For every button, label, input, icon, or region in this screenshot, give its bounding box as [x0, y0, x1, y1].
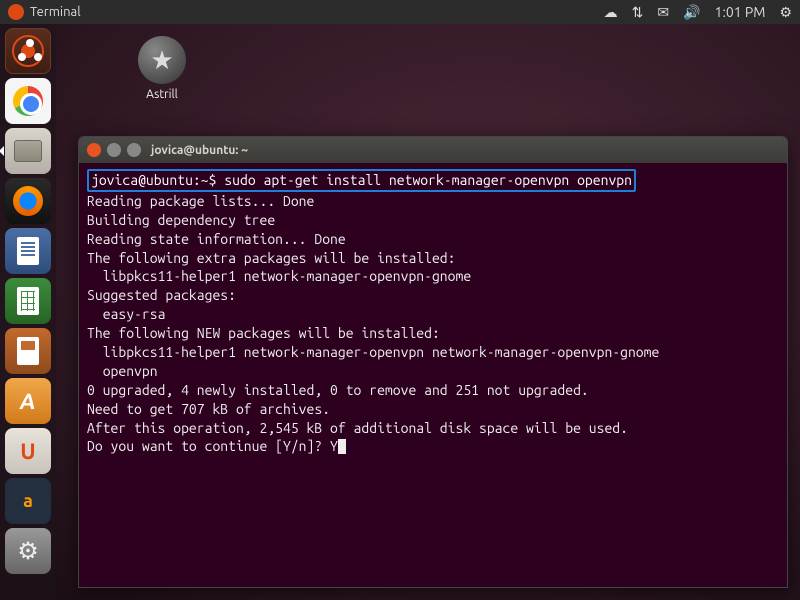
weather-icon[interactable]: ☁: [604, 4, 618, 21]
launcher-libreoffice-writer[interactable]: [5, 228, 51, 274]
terminal-line: After this operation, 2,545 kB of additi…: [87, 420, 628, 436]
launcher-libreoffice-calc[interactable]: [5, 278, 51, 324]
terminal-prompt: jovica@ubuntu:~$: [91, 172, 216, 188]
terminal-line: Reading package lists... Done: [87, 193, 314, 209]
chrome-icon: [13, 86, 43, 116]
terminal-line: Reading state information... Done: [87, 231, 346, 247]
terminal-line: Do you want to continue [Y/n]? Y: [87, 438, 338, 454]
ubuntu-logo-icon: [8, 4, 24, 20]
network-icon[interactable]: ⇅: [632, 4, 644, 21]
desktop-icon-label: Astrill: [130, 88, 194, 101]
files-icon: [14, 140, 42, 162]
unity-launcher: A U a ⚙: [0, 24, 56, 600]
dash-icon: [12, 35, 44, 67]
firefox-icon: [13, 186, 43, 216]
ubuntu-one-icon: U: [20, 439, 35, 464]
gear-icon: ⚙: [17, 537, 39, 565]
dash-button[interactable]: [5, 28, 51, 74]
window-close-button[interactable]: [87, 143, 101, 157]
terminal-titlebar[interactable]: jovica@ubuntu: ~: [79, 137, 787, 163]
mail-icon[interactable]: ✉: [657, 4, 669, 21]
impress-icon: [17, 337, 39, 365]
running-indicator-icon: [0, 146, 4, 156]
launcher-system-settings[interactable]: ⚙: [5, 528, 51, 574]
terminal-line: Suggested packages:: [87, 287, 236, 303]
terminal-cursor: [338, 439, 346, 454]
terminal-line: The following NEW packages will be insta…: [87, 325, 440, 341]
launcher-chrome[interactable]: [5, 78, 51, 124]
launcher-amazon[interactable]: a: [5, 478, 51, 524]
terminal-line: openvpn: [87, 363, 158, 379]
terminal-line: Building dependency tree: [87, 212, 275, 228]
launcher-firefox[interactable]: [5, 178, 51, 224]
terminal-line: 0 upgraded, 4 newly installed, 0 to remo…: [87, 382, 589, 398]
terminal-line: easy-rsa: [87, 306, 165, 322]
writer-icon: [17, 237, 39, 265]
calc-icon: [17, 287, 39, 315]
astrill-icon: ★: [138, 36, 186, 84]
software-center-icon: A: [19, 389, 38, 414]
top-panel: Terminal ☁ ⇅ ✉ 🔊 1:01 PM ⚙: [0, 0, 800, 24]
terminal-command: sudo apt-get install network-manager-ope…: [224, 172, 632, 188]
terminal-line: libpkcs11-helper1 network-manager-openvp…: [87, 344, 659, 360]
desktop-icon-astrill[interactable]: ★ Astrill: [130, 36, 194, 101]
window-maximize-button[interactable]: [127, 143, 141, 157]
amazon-icon: a: [23, 491, 33, 511]
clock[interactable]: 1:01 PM: [715, 4, 766, 20]
launcher-ubuntu-one[interactable]: U: [5, 428, 51, 474]
settings-gear-icon[interactable]: ⚙: [779, 4, 792, 21]
launcher-files[interactable]: [5, 128, 51, 174]
terminal-title: jovica@ubuntu: ~: [151, 144, 248, 157]
terminal-body[interactable]: jovica@ubuntu:~$ sudo apt-get install ne…: [79, 163, 787, 462]
volume-icon[interactable]: 🔊: [683, 4, 700, 21]
launcher-software-center[interactable]: A: [5, 378, 51, 424]
terminal-window[interactable]: jovica@ubuntu: ~ jovica@ubuntu:~$ sudo a…: [78, 136, 788, 588]
active-app-name: Terminal: [30, 5, 81, 19]
terminal-line: Need to get 707 kB of archives.: [87, 401, 330, 417]
window-minimize-button[interactable]: [107, 143, 121, 157]
launcher-libreoffice-impress[interactable]: [5, 328, 51, 374]
terminal-line: libpkcs11-helper1 network-manager-openvp…: [87, 268, 471, 284]
terminal-line: The following extra packages will be ins…: [87, 250, 455, 266]
